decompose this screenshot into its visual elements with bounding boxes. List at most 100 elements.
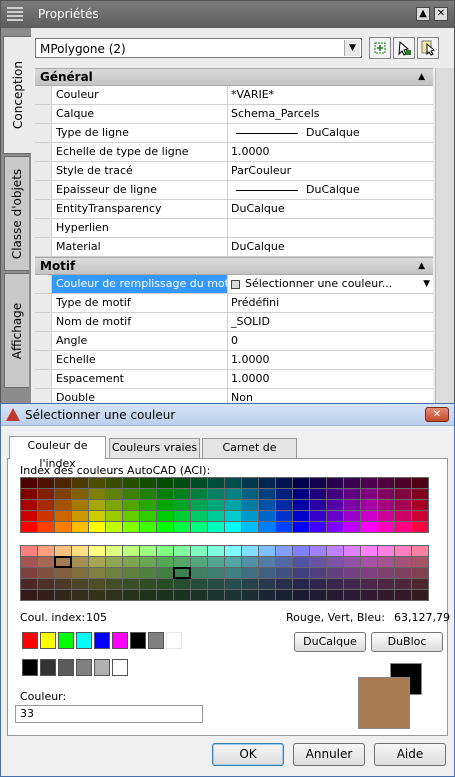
aci-swatch[interactable]	[361, 557, 377, 567]
aci-swatch[interactable]	[72, 489, 88, 499]
aci-swatch[interactable]	[395, 579, 411, 589]
aci-swatch[interactable]	[72, 478, 88, 488]
aci-swatch[interactable]	[327, 489, 343, 499]
aci-swatch[interactable]	[38, 579, 54, 589]
aci-swatch[interactable]	[208, 489, 224, 499]
aci-swatch[interactable]	[38, 557, 54, 567]
aci-swatch[interactable]	[327, 511, 343, 521]
aci-swatch[interactable]	[140, 546, 156, 556]
aci-swatch[interactable]	[327, 590, 343, 600]
aci-swatch[interactable]	[21, 489, 37, 499]
aci-swatch[interactable]	[293, 522, 309, 532]
close-icon[interactable]: ✕	[434, 7, 448, 21]
aci-swatch[interactable]	[55, 489, 71, 499]
aci-swatch[interactable]	[344, 557, 360, 567]
aci-swatch[interactable]	[21, 478, 37, 488]
aci-swatch[interactable]	[225, 568, 241, 578]
aci-swatch[interactable]	[412, 590, 428, 600]
aci-swatch[interactable]	[378, 557, 394, 567]
standard-color-swatch[interactable]	[22, 659, 38, 676]
aci-swatch[interactable]	[72, 590, 88, 600]
aci-swatch[interactable]	[242, 500, 258, 510]
aci-swatch[interactable]	[378, 489, 394, 499]
aci-swatch[interactable]	[293, 546, 309, 556]
aci-swatch[interactable]	[225, 546, 241, 556]
aci-swatch[interactable]	[412, 489, 428, 499]
aci-swatch[interactable]	[106, 568, 122, 578]
aci-swatch[interactable]	[89, 590, 105, 600]
aci-swatch[interactable]	[361, 522, 377, 532]
property-row[interactable]: Couleur *VARIE*	[35, 86, 433, 105]
aci-swatch[interactable]	[225, 511, 241, 521]
aci-swatch[interactable]	[157, 557, 173, 567]
aci-swatch[interactable]	[55, 579, 71, 589]
aci-swatch[interactable]	[378, 522, 394, 532]
aci-swatch[interactable]	[293, 557, 309, 567]
aci-swatch[interactable]	[174, 511, 190, 521]
aci-swatch[interactable]	[54, 556, 72, 568]
aci-swatch[interactable]	[276, 478, 292, 488]
collapse-icon[interactable]: ▲	[418, 69, 425, 86]
aci-swatch[interactable]	[191, 568, 207, 578]
aci-swatch[interactable]	[344, 511, 360, 521]
aci-swatch[interactable]	[174, 522, 190, 532]
aci-swatch[interactable]	[225, 489, 241, 499]
aci-swatch[interactable]	[395, 511, 411, 521]
aci-swatch[interactable]	[310, 478, 326, 488]
aci-swatch[interactable]	[55, 590, 71, 600]
aci-swatch[interactable]	[106, 500, 122, 510]
standard-color-swatch[interactable]	[112, 632, 128, 649]
aci-swatch[interactable]	[361, 568, 377, 578]
aci-swatch[interactable]	[395, 590, 411, 600]
aci-swatch[interactable]	[38, 478, 54, 488]
aci-swatch[interactable]	[140, 590, 156, 600]
aci-swatch[interactable]	[72, 568, 88, 578]
aci-swatch[interactable]	[157, 500, 173, 510]
aci-swatch[interactable]	[310, 590, 326, 600]
aci-swatch[interactable]	[242, 579, 258, 589]
aci-swatch[interactable]	[361, 478, 377, 488]
aci-swatch[interactable]	[327, 478, 343, 488]
aci-swatch[interactable]	[361, 511, 377, 521]
aci-swatch[interactable]	[276, 489, 292, 499]
aci-swatch[interactable]	[140, 478, 156, 488]
aci-swatch[interactable]	[38, 546, 54, 556]
property-value[interactable]: _SOLID	[228, 313, 433, 331]
tab-affichage[interactable]: Affichage	[4, 273, 29, 388]
property-row[interactable]: Calque Schema_Parcels	[35, 105, 433, 124]
aci-swatch[interactable]	[123, 568, 139, 578]
aci-swatch[interactable]	[208, 557, 224, 567]
aci-swatch[interactable]	[259, 522, 275, 532]
property-row[interactable]: Type de ligne DuCalque	[35, 124, 433, 143]
aci-swatch[interactable]	[276, 522, 292, 532]
aci-swatch[interactable]	[412, 511, 428, 521]
aci-swatch[interactable]	[140, 557, 156, 567]
aci-swatch[interactable]	[191, 478, 207, 488]
aci-swatch[interactable]	[259, 579, 275, 589]
aci-swatch[interactable]	[89, 568, 105, 578]
aci-swatch[interactable]	[157, 522, 173, 532]
aci-swatch[interactable]	[157, 546, 173, 556]
cancel-button[interactable]: Annuler	[293, 743, 365, 766]
aci-swatch[interactable]	[55, 522, 71, 532]
aci-swatch[interactable]	[106, 522, 122, 532]
aci-swatch[interactable]	[242, 489, 258, 499]
aci-swatch[interactable]	[191, 522, 207, 532]
aci-swatch[interactable]	[208, 590, 224, 600]
aci-swatch[interactable]	[89, 511, 105, 521]
aci-swatch[interactable]	[327, 546, 343, 556]
aci-swatch[interactable]	[174, 500, 190, 510]
aci-swatch[interactable]	[378, 511, 394, 521]
aci-swatch[interactable]	[344, 546, 360, 556]
tab-color-books[interactable]: Carnet de couleurs	[202, 438, 297, 472]
category-general[interactable]: Général ▲	[35, 68, 433, 86]
property-value[interactable]: ParCouleur	[228, 162, 433, 180]
aci-swatch[interactable]	[378, 579, 394, 589]
aci-swatch[interactable]	[157, 579, 173, 589]
property-value[interactable]: 1.0000	[228, 370, 433, 388]
aci-swatch[interactable]	[344, 568, 360, 578]
aci-swatch[interactable]	[412, 500, 428, 510]
property-value[interactable]: DuCalque	[228, 124, 433, 142]
aci-swatch[interactable]	[310, 511, 326, 521]
palette-scrollbar[interactable]	[435, 68, 454, 421]
